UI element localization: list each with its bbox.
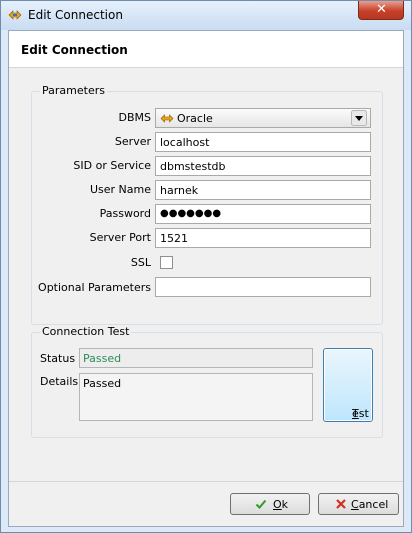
title-bar: Edit Connection ✕ — [1, 1, 411, 30]
status-value: Passed — [79, 348, 313, 368]
footer-separator — [9, 481, 403, 482]
test-button[interactable]: Test — [323, 348, 373, 422]
oracle-icon — [160, 114, 174, 123]
cancel-button[interactable]: Cancel — [318, 493, 399, 515]
password-label: Password — [99, 207, 151, 220]
dbms-value: Oracle — [177, 112, 213, 125]
connection-test-group-label: Connection Test — [40, 325, 132, 338]
parameters-group-label: Parameters — [40, 84, 107, 97]
port-label: Server Port — [89, 231, 151, 244]
dbms-label: DBMS — [118, 111, 152, 124]
close-icon: ✕ — [376, 2, 387, 17]
username-input[interactable]: harnek — [155, 180, 371, 200]
chevron-down-icon[interactable] — [351, 110, 367, 126]
ssl-checkbox[interactable] — [160, 256, 173, 269]
optional-params-input[interactable] — [155, 277, 371, 297]
server-label: Server — [114, 135, 151, 148]
cancel-button-label: Cancel — [351, 498, 389, 511]
sid-label: SID or Service — [73, 159, 151, 172]
dbms-select[interactable]: Oracle — [155, 108, 371, 128]
port-input[interactable]: 1521 — [155, 228, 371, 248]
header-title: Edit Connection — [21, 43, 128, 57]
close-icon — [336, 499, 346, 509]
ok-button-label: Ok — [273, 498, 289, 511]
details-value: Passed — [79, 373, 313, 421]
ok-button[interactable]: Ok — [230, 493, 310, 515]
optional-params-label: Optional Parameters — [38, 281, 151, 294]
ssl-label: SSL — [130, 256, 151, 269]
checkmark-icon — [255, 499, 267, 509]
app-icon — [8, 10, 22, 20]
username-label: User Name — [89, 183, 151, 196]
window-title: Edit Connection — [28, 8, 123, 22]
details-label: Details — [40, 375, 79, 388]
edit-connection-window: Edit Connection ✕ Edit Connection Parame… — [0, 0, 412, 533]
sid-input[interactable]: dbmstestdb — [155, 156, 371, 176]
dialog-body: Edit Connection Parameters DBMS Oracle S… — [8, 30, 404, 527]
dialog-header: Edit Connection — [9, 31, 403, 68]
password-input[interactable]: ●●●●●●● — [155, 204, 371, 224]
status-label: Status — [40, 352, 76, 365]
close-button[interactable]: ✕ — [358, 1, 404, 20]
server-input[interactable]: localhost — [155, 132, 371, 152]
